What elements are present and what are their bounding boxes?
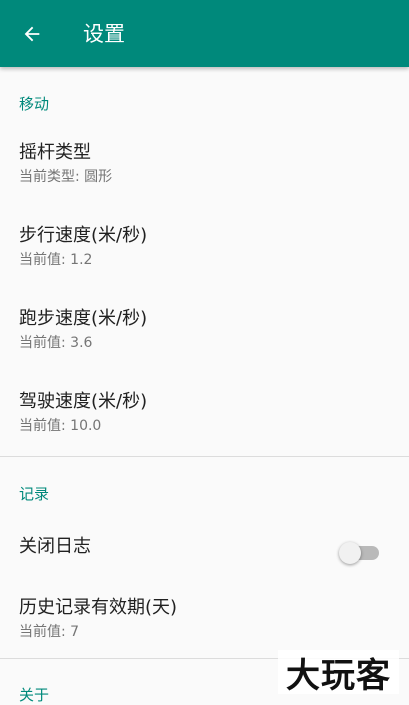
pref-summary: 当前值: 3.6 [19,335,93,351]
pref-title: 驾驶速度(米/秒) [19,391,148,412]
section-header-move: 移动 [19,95,50,113]
pref-summary: 当前值: 1.2 [19,252,93,268]
switch-thumb [339,542,361,564]
pref-title: 历史记录有效期(天) [19,597,178,618]
pref-title: 摇杆类型 [19,142,91,163]
pref-summary: 当前值: 10.0 [19,418,102,434]
pref-title: 跑步速度(米/秒) [19,308,148,329]
arrow-left-icon [24,26,40,42]
pref-summary: 当前类型: 圆形 [19,169,113,185]
page-title: 设置 [83,22,125,46]
pref-summary: 当前值: 7 [19,624,80,640]
section-header-about: 关于 [19,686,50,704]
pref-joystick-type[interactable]: 摇杆类型 当前类型: 圆形 [0,129,409,211]
section-divider [0,456,409,457]
back-button[interactable] [10,12,54,56]
pref-drive-speed[interactable]: 驾驶速度(米/秒) 当前值: 10.0 [0,378,409,460]
pref-disable-log[interactable]: 关闭日志 [0,520,409,594]
pref-title: 步行速度(米/秒) [19,225,148,246]
section-header-record: 记录 [19,485,50,503]
disable-log-switch[interactable] [339,542,379,564]
pref-walk-speed[interactable]: 步行速度(米/秒) 当前值: 1.2 [0,212,409,294]
pref-title: 关闭日志 [19,536,91,557]
pref-run-speed[interactable]: 跑步速度(米/秒) 当前值: 3.6 [0,295,409,377]
watermark-logo: 大玩客 [278,650,399,696]
app-bar: 设置 [0,0,409,67]
